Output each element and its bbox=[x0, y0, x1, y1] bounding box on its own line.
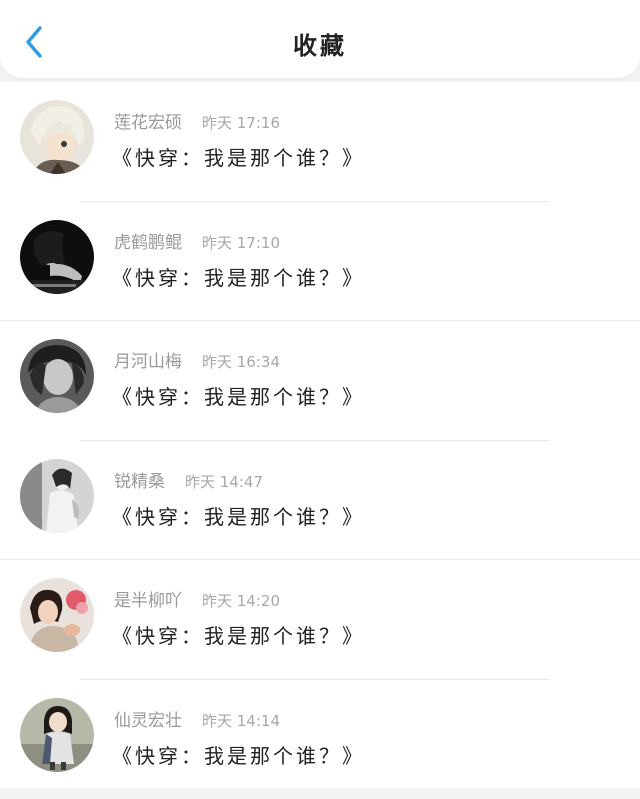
list-item[interactable]: 仙灵宏壮 昨天 14:14 《快穿：我是那个谁？》 bbox=[0, 680, 640, 799]
avatar[interactable] bbox=[20, 339, 94, 413]
avatar[interactable] bbox=[20, 698, 94, 772]
timestamp: 昨天 14:47 bbox=[185, 473, 263, 491]
sender-name: 锐精桑 bbox=[114, 472, 165, 492]
item-meta: 锐精桑 昨天 14:47 bbox=[114, 467, 263, 492]
timestamp: 昨天 14:20 bbox=[202, 592, 280, 610]
favorites-list: 莲花宏硕 昨天 17:16 《快穿：我是那个谁？》 虎鹤鹏鲲 昨天 17:10 《快… bbox=[0, 82, 640, 788]
avatar[interactable] bbox=[20, 220, 94, 294]
sender-name: 虎鹤鹏鲲 bbox=[114, 233, 182, 253]
sender-name: 是半柳吖 bbox=[114, 591, 182, 611]
timestamp: 昨天 14:14 bbox=[202, 712, 280, 730]
message-text: 《快穿：我是那个谁？》 bbox=[112, 620, 365, 649]
message-text: 《快穿：我是那个谁？》 bbox=[112, 262, 365, 291]
item-meta: 是半柳吖 昨天 14:20 bbox=[114, 586, 280, 611]
page-title: 收藏 bbox=[0, 26, 640, 61]
list-item[interactable]: 是半柳吖 昨天 14:20 《快穿：我是那个谁？》 bbox=[0, 560, 640, 680]
timestamp: 昨天 17:16 bbox=[202, 114, 280, 132]
avatar[interactable] bbox=[20, 100, 94, 174]
message-text: 《快穿：我是那个谁？》 bbox=[112, 381, 365, 410]
list-item[interactable]: 锐精桑 昨天 14:47 《快穿：我是那个谁？》 bbox=[0, 441, 640, 561]
avatar[interactable] bbox=[20, 459, 94, 533]
item-meta: 月河山梅 昨天 16:34 bbox=[114, 347, 280, 372]
item-meta: 莲花宏硕 昨天 17:16 bbox=[114, 108, 280, 133]
header-bar: 收藏 bbox=[0, 0, 640, 78]
message-text: 《快穿：我是那个谁？》 bbox=[112, 501, 365, 530]
message-text: 《快穿：我是那个谁？》 bbox=[112, 740, 365, 769]
sender-name: 月河山梅 bbox=[114, 352, 182, 372]
list-item[interactable]: 虎鹤鹏鲲 昨天 17:10 《快穿：我是那个谁？》 bbox=[0, 202, 640, 322]
sender-name: 仙灵宏壮 bbox=[114, 711, 182, 731]
message-text: 《快穿：我是那个谁？》 bbox=[112, 142, 365, 171]
list-item[interactable]: 月河山梅 昨天 16:34 《快穿：我是那个谁？》 bbox=[0, 321, 640, 441]
list-item[interactable]: 莲花宏硕 昨天 17:16 《快穿：我是那个谁？》 bbox=[0, 82, 640, 202]
avatar[interactable] bbox=[20, 578, 94, 652]
timestamp: 昨天 16:34 bbox=[202, 353, 280, 371]
item-meta: 仙灵宏壮 昨天 14:14 bbox=[114, 706, 280, 731]
sender-name: 莲花宏硕 bbox=[114, 113, 182, 133]
item-meta: 虎鹤鹏鲲 昨天 17:10 bbox=[114, 228, 280, 253]
timestamp: 昨天 17:10 bbox=[202, 234, 280, 252]
